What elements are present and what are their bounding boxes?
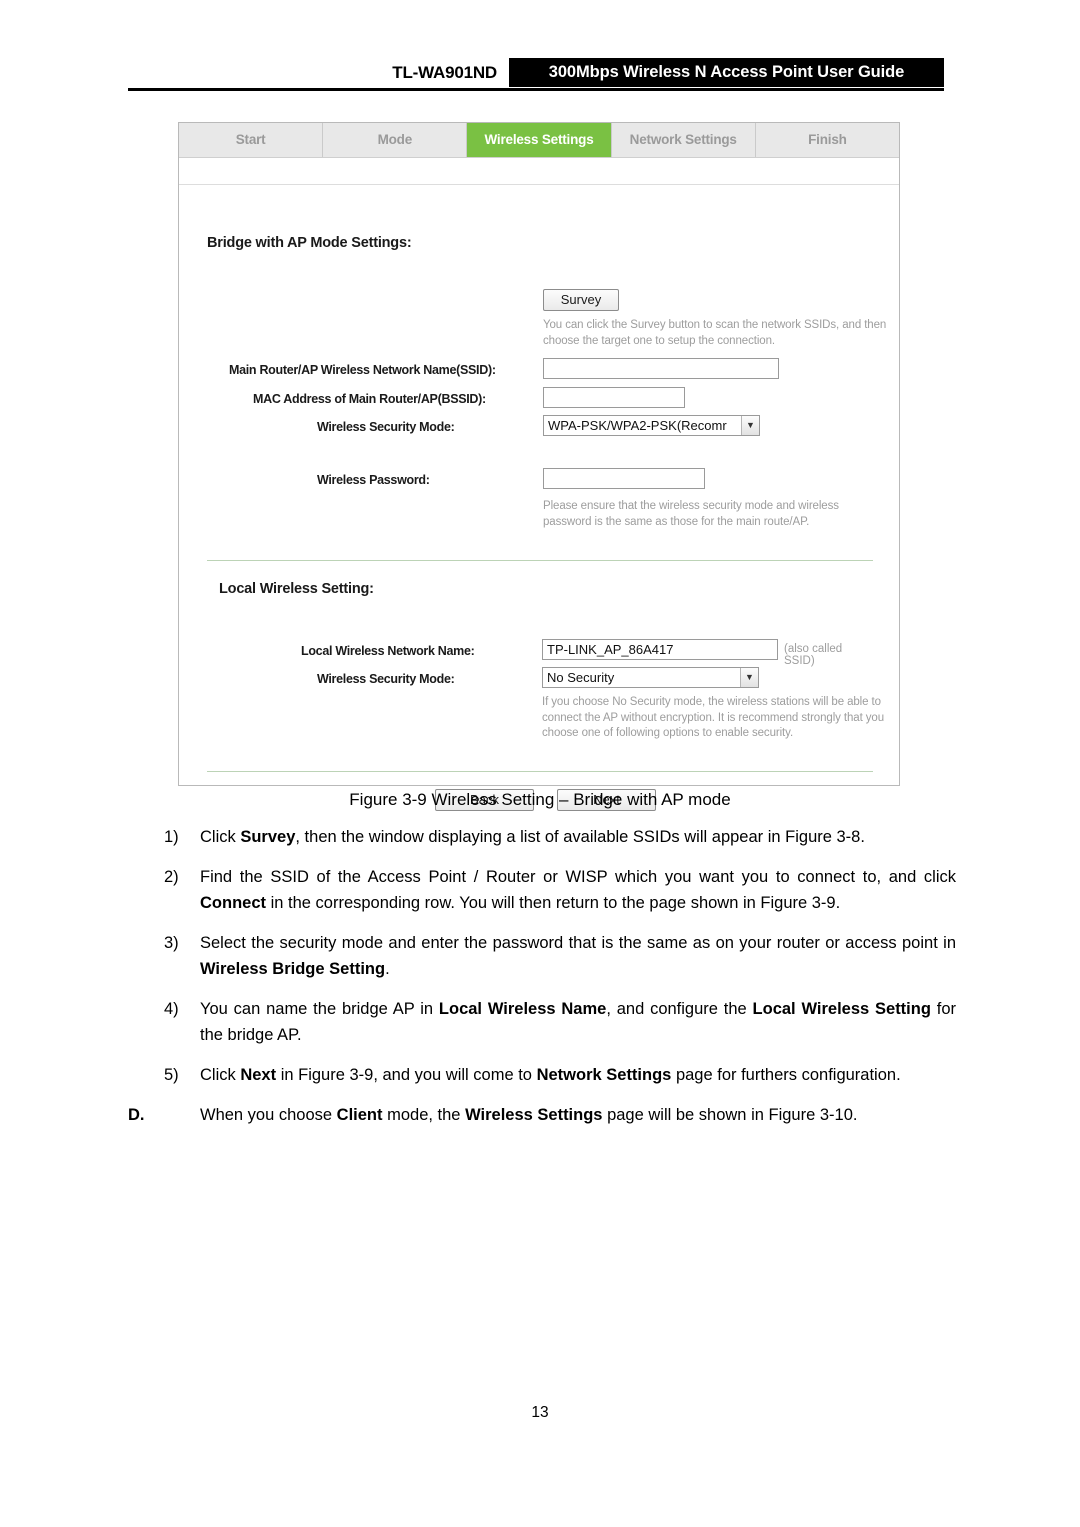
bridge-security-mode-label: Wireless Security Mode: (317, 420, 455, 434)
local-network-name-note: (also called SSID) (784, 643, 843, 667)
list-item-text: Click Survey, then the window displaying… (200, 828, 865, 846)
figure-screenshot: Start Mode Wireless Settings Network Set… (178, 122, 900, 811)
list-item-text: Click Next in Figure 3-9, and you will c… (200, 1066, 901, 1084)
instruction-list: 1) Click Survey, then the window display… (128, 824, 956, 1142)
bridge-security-mode-value: WPA-PSK/WPA2-PSK(Recomr (548, 418, 727, 433)
local-section-title: Local Wireless Setting: (219, 581, 374, 597)
local-security-mode-value: No Security (547, 670, 615, 685)
local-security-mode-label: Wireless Security Mode: (317, 672, 455, 686)
list-item: 1) Click Survey, then the window display… (128, 824, 956, 850)
list-item: 3) Select the security mode and enter th… (128, 930, 956, 982)
figure-body: Bridge with AP Mode Settings: Survey You… (179, 158, 899, 811)
list-item: 5) Click Next in Figure 3-9, and you wil… (128, 1062, 956, 1088)
tab-start[interactable]: Start (179, 123, 324, 157)
local-security-hint: If you choose No Security mode, the wire… (542, 696, 885, 739)
list-item-text: When you choose Client mode, the Wireles… (200, 1106, 858, 1124)
bridge-security-mode-select[interactable]: WPA-PSK/WPA2-PSK(Recomr ▼ (543, 415, 760, 436)
list-item: 2) Find the SSID of the Access Point / R… (128, 864, 956, 916)
settings-panel: Bridge with AP Mode Settings: Survey You… (207, 185, 886, 811)
list-marker: 5) (164, 1066, 179, 1084)
list-item-d: D. When you choose Client mode, the Wire… (128, 1102, 956, 1128)
page-number: 13 (531, 1404, 549, 1421)
local-security-mode-select[interactable]: No Security ▼ (542, 667, 759, 688)
list-item-text: You can name the bridge AP in Local Wire… (200, 1000, 956, 1044)
main-bssid-label: MAC Address of Main Router/AP(BSSID): (253, 392, 486, 406)
list-marker: 1) (164, 828, 179, 846)
chevron-down-icon[interactable]: ▼ (740, 668, 758, 687)
page-header: TL-WA901ND 300Mbps Wireless N Access Poi… (128, 58, 944, 88)
list-item: 4) You can name the bridge AP in Local W… (128, 996, 956, 1048)
list-item-text: Find the SSID of the Access Point / Rout… (200, 868, 956, 912)
bridge-section-title: Bridge with AP Mode Settings: (207, 235, 412, 251)
list-item-text: Select the security mode and enter the p… (200, 934, 956, 978)
local-network-name-input[interactable]: TP-LINK_AP_86A417 (542, 639, 778, 660)
main-ssid-label: Main Router/AP Wireless Network Name(SSI… (229, 363, 496, 377)
tab-finish[interactable]: Finish (755, 123, 900, 157)
header-rule (128, 88, 944, 91)
section-divider-1 (207, 560, 873, 561)
local-network-name-label: Local Wireless Network Name: (301, 644, 475, 658)
figure-caption: Figure 3-9 Wireless Setting – Bridge wit… (349, 790, 731, 809)
list-marker: D. (128, 1106, 145, 1124)
figure-top-strip (179, 158, 899, 185)
survey-button[interactable]: Survey (543, 289, 619, 311)
wizard-tabbar: Start Mode Wireless Settings Network Set… (179, 123, 900, 158)
survey-hint: You can click the Survey button to scan … (543, 319, 887, 347)
main-ssid-input[interactable] (543, 358, 779, 379)
wireless-password-label: Wireless Password: (317, 473, 430, 487)
list-marker: 4) (164, 1000, 179, 1018)
main-bssid-input[interactable] (543, 387, 685, 408)
tab-network-settings[interactable]: Network Settings (611, 123, 756, 157)
tab-wireless-settings[interactable]: Wireless Settings (467, 123, 612, 157)
list-marker: 2) (164, 868, 179, 886)
header-model: TL-WA901ND (392, 63, 497, 82)
wireless-password-input[interactable] (543, 468, 705, 489)
chevron-down-icon[interactable]: ▼ (741, 416, 759, 435)
list-marker: 3) (164, 934, 179, 952)
tab-mode[interactable]: Mode (323, 123, 468, 157)
section-divider-2 (207, 771, 873, 772)
wireless-password-hint: Please ensure that the wireless security… (543, 500, 839, 528)
header-title: 300Mbps Wireless N Access Point User Gui… (509, 58, 944, 87)
